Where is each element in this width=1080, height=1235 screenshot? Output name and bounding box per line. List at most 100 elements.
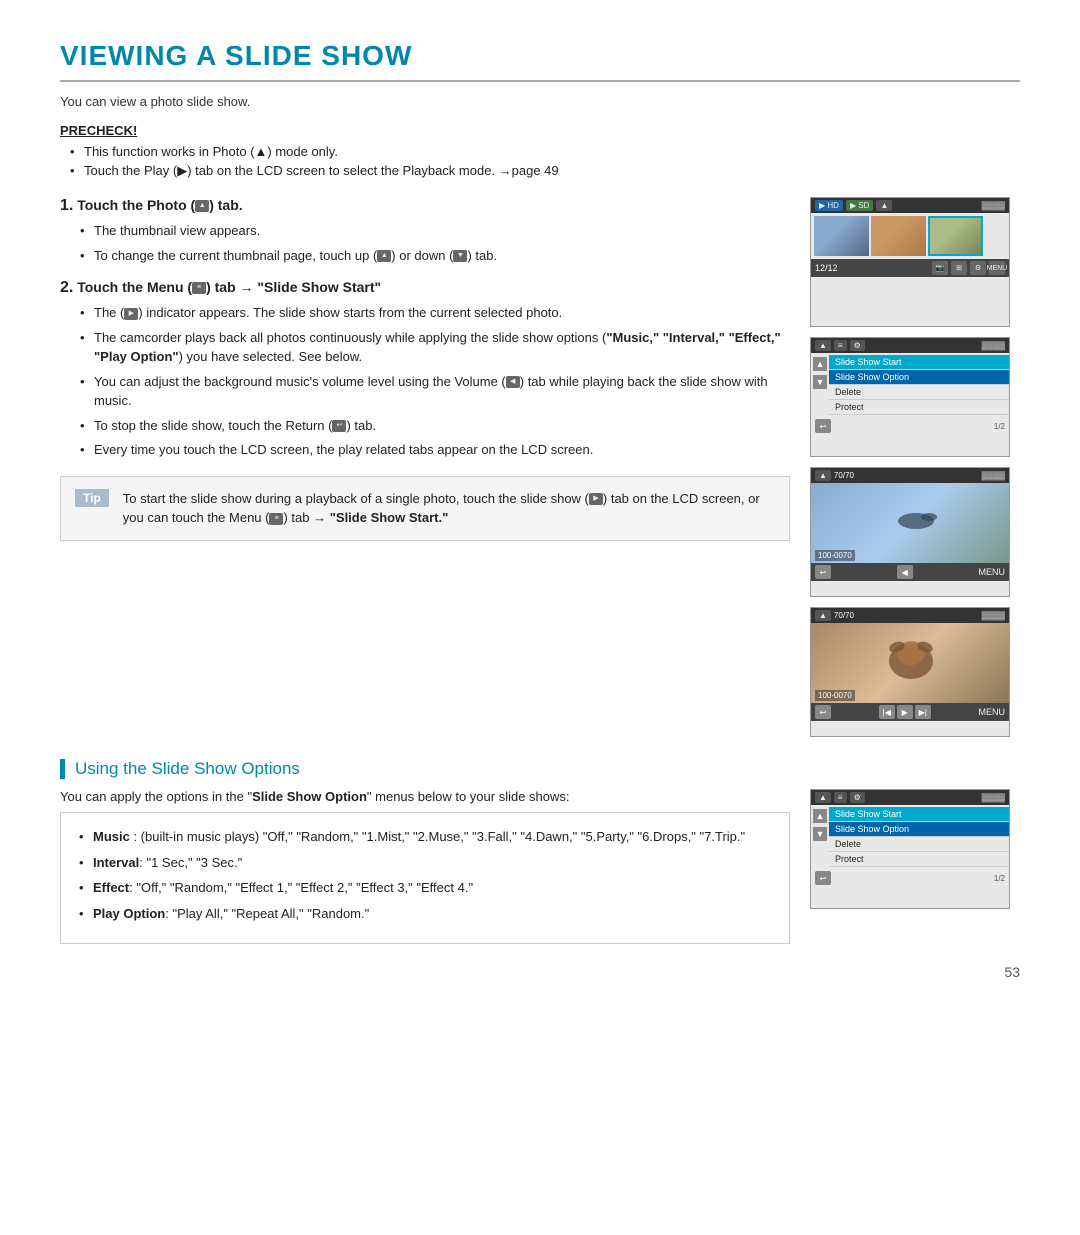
step-1-title: 1. Touch the Photo (▲) tab.: [60, 197, 790, 215]
precheck-label: PRECHECK!: [60, 123, 1020, 138]
cam1-icon-grid: ⊞: [951, 261, 967, 275]
cam1-counter: 12/12: [815, 263, 838, 273]
cam2-battery: ▓▓▓▓: [982, 341, 1005, 350]
camera-screen-4: ▲ 70/70 ▓▓▓▓ 100-0070 ↩ |◀ ▶: [810, 607, 1010, 737]
step-1-bullets: The thumbnail view appears. To change th…: [60, 221, 790, 265]
cam2-counter: 1/2: [994, 422, 1005, 431]
menu-protect[interactable]: Protect: [829, 400, 1009, 415]
cam3-volume[interactable]: ◀: [897, 565, 913, 579]
cam4-dog-svg: [881, 633, 941, 683]
cam2-settings-icon: ⚙: [850, 340, 865, 351]
tip-text: To start the slide show during a playbac…: [123, 489, 775, 528]
step-1-bullet-1: The thumbnail view appears.: [80, 221, 790, 241]
photo-mode-badge: ▲: [876, 200, 892, 211]
cam3-topbar: ▲ 70/70 ▓▓▓▓: [811, 468, 1009, 483]
cam3-menu-label[interactable]: MENU: [979, 567, 1006, 577]
cam5-counter: 1/2: [994, 874, 1005, 883]
step-2-title: 2. Touch the Menu (≡) tab → "Slide Show …: [60, 279, 790, 297]
option-interval: Interval: "1 Sec," "3 Sec.": [79, 853, 771, 873]
section-divider: Using the Slide Show Options You can app…: [60, 759, 1020, 944]
cam1-icon-camera: 📷: [932, 261, 948, 275]
cam5-nav-down[interactable]: ▼: [813, 827, 827, 841]
cam1-menu: MENU: [989, 261, 1005, 275]
intro-text: You can view a photo slide show.: [60, 94, 1020, 109]
cam1-battery: ▓▓▓▓: [982, 201, 1005, 210]
option-effect: Effect: "Off," "Random," "Effect 1," "Ef…: [79, 878, 771, 898]
cam2-topbar: ▲ ≡ ⚙ ▓▓▓▓: [811, 338, 1009, 353]
cam3-controls: ↩ ◀ MENU: [811, 563, 1009, 581]
cam5-return-btn[interactable]: ↩: [815, 871, 831, 885]
cam4-prev[interactable]: |◀: [879, 705, 895, 719]
cam1-topbar: ▶ HD ▶ SD ▲ ▓▓▓▓: [811, 198, 1009, 213]
cam4-menu-label[interactable]: MENU: [979, 707, 1006, 717]
thumb-1: [814, 216, 869, 256]
bottom-left: You can apply the options in the "Slide …: [60, 789, 790, 944]
cam4-play[interactable]: ▶: [897, 705, 913, 719]
thumb-3-selected: [928, 216, 983, 256]
hd-badge: ▶ HD: [815, 200, 843, 211]
cam3-bird-svg: [891, 503, 941, 533]
cam4-return-btn[interactable]: ↩: [815, 705, 831, 719]
cam5-nav-up[interactable]: ▲: [813, 809, 827, 823]
cam2-menu-icon: ≡: [834, 340, 847, 351]
cam5-protect[interactable]: Protect: [829, 852, 1009, 867]
section-header: Using the Slide Show Options: [60, 759, 1020, 779]
bottom-right: ▲ ≡ ⚙ ▓▓▓▓ ▲ ▼ Slide Show Start Slide Sh…: [810, 789, 1020, 944]
main-content: 1. Touch the Photo (▲) tab. The thumbnai…: [60, 197, 1020, 737]
cam3-sub-counter: 100-0070: [815, 550, 855, 561]
left-column: 1. Touch the Photo (▲) tab. The thumbnai…: [60, 197, 790, 737]
camera-screen-3: ▲ 70/70 ▓▓▓▓ 100-0070 ↩ ◀ MENU: [810, 467, 1010, 597]
precheck-item-1: This function works in Photo (▲) mode on…: [70, 144, 1020, 159]
cam5-photo-badge: ▲: [815, 792, 831, 803]
cam3-counter: 70/70: [834, 471, 854, 480]
cam5-settings-icon: ⚙: [850, 792, 865, 803]
cam2-nav-up[interactable]: ▲: [813, 357, 827, 371]
cam1-thumbnails: [811, 213, 1009, 259]
step-2-bullet-5: Every time you touch the LCD screen, the…: [80, 440, 790, 460]
cam5-slide-show-start[interactable]: Slide Show Start: [829, 807, 1009, 822]
cam5-menu-icon: ≡: [834, 792, 847, 803]
thumb-2: [871, 216, 926, 256]
step-2-bullet-4: To stop the slide show, touch the Return…: [80, 416, 790, 436]
cam2-nav-down[interactable]: ▼: [813, 375, 827, 389]
cam4-image: 100-0070: [811, 623, 1009, 703]
cam4-battery: ▓▓▓▓: [982, 611, 1005, 620]
menu-delete[interactable]: Delete: [829, 385, 1009, 400]
cam4-topbar: ▲ 70/70 ▓▓▓▓: [811, 608, 1009, 623]
cam5-battery: ▓▓▓▓: [982, 793, 1005, 802]
menu-slide-show-option[interactable]: Slide Show Option: [829, 370, 1009, 385]
step-2-bullets: The (▶) indicator appears. The slide sho…: [60, 303, 790, 460]
cam4-sub-counter: 100-0070: [815, 690, 855, 701]
step-2-bullet-1: The (▶) indicator appears. The slide sho…: [80, 303, 790, 323]
option-play-option: Play Option: "Play All," "Repeat All," "…: [79, 904, 771, 924]
camera-screen-1: ▶ HD ▶ SD ▲ ▓▓▓▓ 12/12 📷 ⊞ ⚙ MENU: [810, 197, 1010, 327]
step-2-bullet-3: You can adjust the background music's vo…: [80, 372, 790, 411]
options-list: Music : (built-in music plays) "Off," "R…: [60, 812, 790, 944]
cam4-photo-badge: ▲: [815, 610, 831, 621]
section-title: Using the Slide Show Options: [75, 759, 300, 779]
cam2-return-btn[interactable]: ↩: [815, 419, 831, 433]
cam3-battery: ▓▓▓▓: [982, 471, 1005, 480]
camera-screen-2: ▲ ≡ ⚙ ▓▓▓▓ ▲ ▼ Slide Show Start Slide Sh…: [810, 337, 1010, 457]
section-bar: [60, 759, 65, 779]
cam5-delete[interactable]: Delete: [829, 837, 1009, 852]
camera-screen-5: ▲ ≡ ⚙ ▓▓▓▓ ▲ ▼ Slide Show Start Slide Sh…: [810, 789, 1010, 909]
cam2-photo-badge: ▲: [815, 340, 831, 351]
cam4-next[interactable]: ▶|: [915, 705, 931, 719]
bottom-content: You can apply the options in the "Slide …: [60, 789, 1020, 944]
step-2-bullet-2: The camcorder plays back all photos cont…: [80, 328, 790, 367]
cam3-return-btn[interactable]: ↩: [815, 565, 831, 579]
page-title: VIEWING A SLIDE SHOW: [60, 40, 1020, 82]
step-2: 2. Touch the Menu (≡) tab → "Slide Show …: [60, 279, 790, 460]
cam5-slide-show-option[interactable]: Slide Show Option: [829, 822, 1009, 837]
precheck-item-2: Touch the Play (▶) tab on the LCD screen…: [70, 163, 1020, 179]
menu-slide-show-start[interactable]: Slide Show Start: [829, 355, 1009, 370]
sd-badge: ▶ SD: [846, 200, 874, 211]
cam3-photo-badge: ▲: [815, 470, 831, 481]
cam4-counter: 70/70: [834, 611, 854, 620]
cam1-icon-settings: ⚙: [970, 261, 986, 275]
cam5-topbar: ▲ ≡ ⚙ ▓▓▓▓: [811, 790, 1009, 805]
precheck-list: This function works in Photo (▲) mode on…: [60, 144, 1020, 179]
step-1: 1. Touch the Photo (▲) tab. The thumbnai…: [60, 197, 790, 265]
tip-box: Tip To start the slide show during a pla…: [60, 476, 790, 541]
